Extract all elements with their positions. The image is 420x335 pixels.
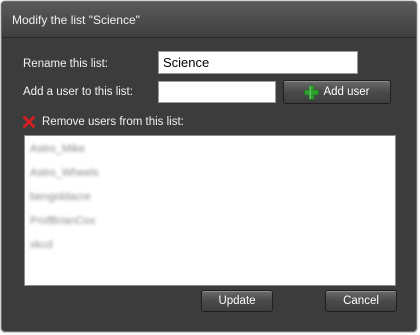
modify-list-dialog: Modify the list "Science" Rename this li…: [1, 1, 417, 332]
list-item[interactable]: bengoldacre: [30, 191, 91, 203]
user-list[interactable]: Astro_Mike Astro_Wheels bengoldacre Prof…: [24, 135, 396, 286]
list-item[interactable]: Astro_Wheels: [30, 167, 98, 179]
list-item[interactable]: Astro_Mike: [30, 143, 85, 155]
add-user-button[interactable]: Add user: [283, 80, 391, 104]
plus-icon: [304, 84, 320, 100]
x-icon: [23, 116, 35, 128]
rename-list-label: Rename this list:: [23, 58, 109, 70]
update-button[interactable]: Update: [201, 290, 273, 312]
add-user-button-label: Add user: [323, 86, 370, 98]
cancel-button[interactable]: Cancel: [325, 290, 397, 312]
title-bar: Modify the list "Science": [2, 2, 416, 38]
list-item[interactable]: xkcd: [30, 239, 53, 251]
add-user-input[interactable]: [158, 81, 276, 103]
add-user-label: Add a user to this list:: [23, 86, 133, 98]
dialog-title: Modify the list "Science": [12, 13, 140, 27]
rename-list-input[interactable]: [158, 51, 358, 74]
list-item[interactable]: ProfBrianCox: [30, 215, 95, 227]
remove-users-label: Remove users from this list:: [42, 116, 184, 128]
